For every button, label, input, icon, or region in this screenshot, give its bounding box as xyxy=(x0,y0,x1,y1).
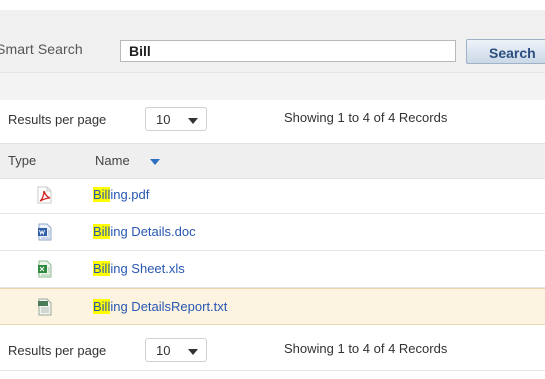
pager-top: Results per page 10 Showing 1 to 4 of 4 … xyxy=(8,105,545,133)
excel-xls-icon xyxy=(38,260,52,278)
results-per-page-value: 10 xyxy=(156,112,171,127)
table-row[interactable]: Billing.pdf xyxy=(0,177,545,214)
text-file-icon xyxy=(38,298,52,316)
pdf-file-icon xyxy=(37,186,52,204)
sort-descending-icon[interactable] xyxy=(150,159,160,165)
pager-bottom: Results per page 10 Showing 1 to 4 of 4 … xyxy=(8,336,545,364)
column-type: Type xyxy=(8,153,37,168)
file-link[interactable]: Billing.pdf xyxy=(93,187,149,202)
table-row[interactable]: Billing Sheet.xls xyxy=(0,251,545,288)
file-link[interactable]: Billing Sheet.xls xyxy=(93,261,185,276)
word-doc-icon xyxy=(38,223,52,241)
divider xyxy=(0,370,545,371)
chevron-down-icon xyxy=(188,349,198,355)
results-per-page-label: Results per page xyxy=(8,112,107,127)
search-bar: Smart Search Search xyxy=(0,10,545,73)
search-input[interactable] xyxy=(120,40,456,62)
file-link[interactable]: Billing DetailsReport.txt xyxy=(93,299,227,314)
results-per-page-select[interactable]: 10 xyxy=(145,338,207,362)
results-per-page-label: Results per page xyxy=(8,343,107,358)
table-row[interactable]: Billing Details.doc xyxy=(0,214,545,251)
record-count: Showing 1 to 4 of 4 Records xyxy=(284,110,448,125)
table-row-selected[interactable]: Billing DetailsReport.txt xyxy=(0,288,545,325)
results-per-page-select[interactable]: 10 xyxy=(145,107,207,131)
column-name-sort[interactable]: Name xyxy=(95,153,130,168)
results-per-page-value: 10 xyxy=(156,343,171,358)
search-button[interactable]: Search xyxy=(466,39,545,64)
search-label: Smart Search xyxy=(0,41,83,57)
record-count: Showing 1 to 4 of 4 Records xyxy=(284,341,448,356)
chevron-down-icon xyxy=(188,118,198,124)
table-header: Type Name xyxy=(0,143,545,179)
search-panel: Smart Search Search xyxy=(0,10,545,100)
file-link[interactable]: Billing Details.doc xyxy=(93,224,196,239)
